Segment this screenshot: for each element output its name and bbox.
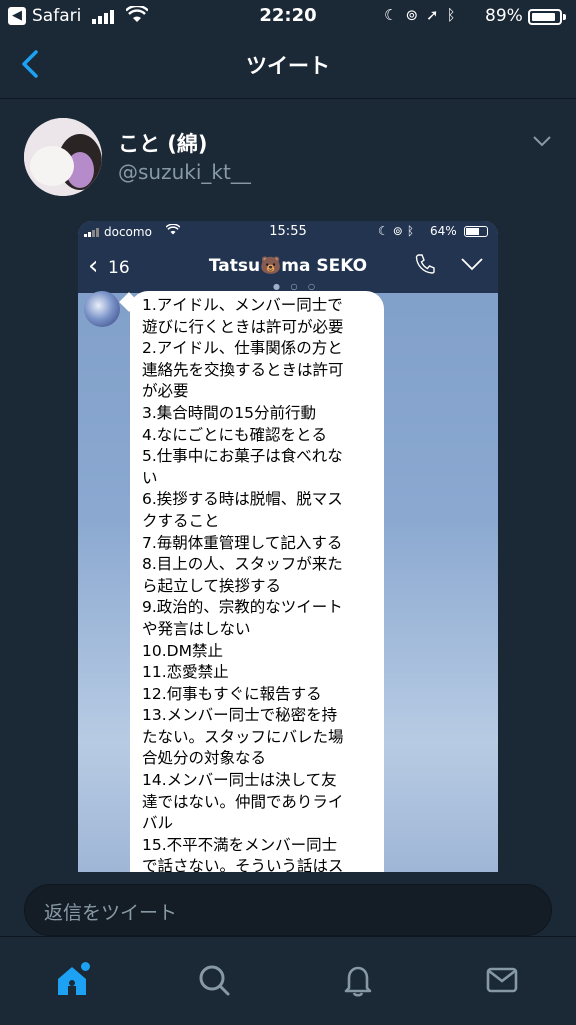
system-status-icons: ☾⊚➚ᛒ — [384, 6, 464, 24]
author-handle[interactable]: @suzuki_kt__ — [118, 160, 251, 184]
avatar[interactable] — [24, 118, 102, 196]
image-system-icons: ☾⊚ᛒ — [378, 224, 419, 238]
message-line: 11.恋愛禁止 — [142, 663, 229, 682]
mail-icon[interactable] — [484, 962, 528, 1006]
image-message-bubble: 1.アイドル、メンバー同士で 遊びに行くときは許可が必要 2.アイドル、仕事関係の… — [130, 291, 384, 872]
location-icon: ➚ — [426, 6, 447, 24]
message-line: 5.仕事中にお菓子は食べれな — [142, 447, 343, 466]
navigation-bar: ツイート — [0, 34, 576, 99]
battery-nub — [563, 14, 566, 20]
battery-percent: 89% — [485, 6, 523, 26]
search-icon[interactable] — [196, 962, 240, 1006]
image-battery-percent: 64% — [430, 224, 457, 238]
message-line: たない。スタッフにバレた場 — [142, 727, 344, 746]
message-line: 13.メンバー同士で秘密を持 — [142, 706, 338, 725]
message-line: 連絡先を交換するときは許可 — [142, 360, 344, 379]
message-line: 2.アイドル、仕事関係の方と — [142, 339, 343, 358]
image-status-bar: docomo 15:55 ☾⊚ᛒ 64% — [78, 221, 498, 243]
author-name[interactable]: こと (綿) — [118, 128, 208, 158]
image-page-dots: ● ○ ○ — [273, 282, 320, 291]
image-sender-avatar — [84, 291, 120, 327]
status-bar: ◀ Safari 22:20 ☾⊚➚ᛒ 89% — [0, 0, 576, 34]
page-title: ツイート — [246, 54, 330, 78]
message-line: 達ではない。仲間でありライ — [142, 792, 344, 811]
message-line: 14.メンバー同士は決して友 — [142, 771, 337, 790]
message-line: 7.毎朝体重管理して記入する — [142, 533, 343, 552]
message-line: や発言はしない — [142, 619, 251, 638]
moon-icon: ☾ — [384, 6, 406, 24]
home-icon[interactable] — [54, 962, 98, 1006]
message-line: 1.アイドル、メンバー同士で — [142, 296, 343, 314]
tweet-image[interactable]: docomo 15:55 ☾⊚ᛒ 64% ‹ 16 Tatsu🐻ma SEKO … — [78, 221, 498, 872]
image-chat-header: ‹ 16 Tatsu🐻ma SEKO ● ○ ○ — [78, 243, 498, 293]
message-line: ら起立して挨拶する — [142, 576, 282, 595]
message-line: 15.不平不満をメンバー同士 — [142, 835, 338, 854]
battery-icon — [528, 9, 562, 25]
message-line: 遊びに行くときは許可が必要 — [142, 317, 344, 336]
message-line: が必要 — [142, 382, 189, 401]
message-line: 3.集合時間の15分前行動 — [142, 403, 317, 422]
message-line: 4.なにごとにも確認をとる — [142, 425, 327, 444]
message-line: 8.目上の人、スタッフが来た — [142, 555, 343, 574]
notification-dot — [81, 962, 90, 971]
message-line: 10.DM禁止 — [142, 641, 223, 660]
reply-placeholder: 返信をツイート — [44, 902, 178, 924]
message-line: バル — [142, 814, 174, 833]
message-line: 9.政治的、宗教的なツイート — [142, 598, 343, 617]
message-line: 12.何事もすぐに報告する — [142, 684, 322, 703]
message-line: クすること — [142, 511, 220, 530]
bluetooth-icon: ᛒ — [446, 6, 464, 24]
image-battery-icon — [464, 226, 488, 237]
image-chevron-down-icon — [460, 253, 484, 277]
bell-icon[interactable] — [340, 962, 384, 1006]
chevron-down-icon[interactable] — [532, 132, 552, 153]
image-phone-icon — [414, 253, 436, 280]
message-line: い — [142, 468, 158, 487]
message-line: 6.挨拶する時は脱帽、脱マス — [142, 490, 343, 509]
message-line: で話さない。そういう話はス — [142, 857, 344, 872]
rotation-lock-icon: ⊚ — [405, 6, 427, 24]
message-line: 合処分の対象なる — [142, 749, 267, 768]
